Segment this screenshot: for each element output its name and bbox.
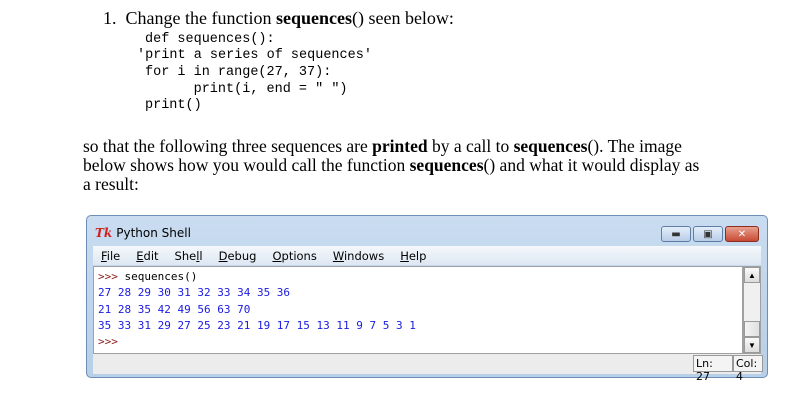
menu-item[interactable]: Windows — [325, 249, 392, 263]
menu-mnemonic: E — [136, 248, 144, 263]
vertical-scrollbar[interactable]: ▲ ▼ — [743, 266, 761, 354]
menu-bar: File Edit Shell Debug Options Windows Help — [93, 246, 761, 265]
function-name: sequences — [275, 8, 352, 28]
menu-label-part: She — [174, 248, 197, 263]
scroll-up-button[interactable]: ▲ — [744, 267, 760, 283]
close-icon: ✕ — [737, 228, 747, 240]
arrow-up-icon: ▲ — [748, 270, 756, 280]
intro-text: Change the function — [125, 8, 276, 28]
menu-mnemonic: O — [272, 248, 282, 263]
column-indicator: Col: 4 — [733, 355, 763, 383]
code-line: print(i, end = " ") — [145, 82, 348, 97]
minimize-icon: ▬ — [671, 228, 681, 240]
para-text: by a call to — [427, 136, 514, 156]
menu-label-part: ebug — [227, 248, 257, 263]
maximize-button[interactable]: ▣ — [693, 226, 723, 242]
shell-prompt: >>> — [98, 335, 118, 349]
output-line: 35 33 31 29 27 25 23 21 19 17 15 13 11 9… — [98, 318, 416, 332]
menu-label-part: l — [199, 248, 203, 263]
menu-label-part: elp — [408, 248, 427, 263]
title-bar: Tk Python Shell — [95, 226, 191, 240]
menu-mnemonic: H — [400, 248, 409, 263]
menu-item[interactable]: Debug — [211, 249, 265, 263]
output-line: 27 28 29 30 31 32 33 34 35 36 — [98, 286, 291, 300]
code-line: 'print a series of sequences' — [137, 48, 372, 63]
shell-text-area[interactable]: >>> sequences() 27 28 29 30 31 32 33 34 … — [93, 266, 743, 354]
python-shell-window: Tk Python Shell ▬ ▣ ✕ File Edit Shell Debug O… — [86, 215, 768, 383]
minimize-button[interactable]: ▬ — [661, 226, 691, 242]
menu-item[interactable]: Help — [392, 249, 434, 263]
status-bar: Ln: 27 Col: 4 — [93, 354, 763, 383]
output-line: 21 28 35 42 49 56 63 70 — [98, 302, 251, 316]
shell-command: sequences() — [124, 270, 198, 283]
para-bold: sequences — [513, 136, 588, 156]
menu-label-part: indows — [343, 248, 385, 263]
menu-item[interactable]: Edit — [128, 249, 166, 263]
menu-label-part: ile — [106, 248, 121, 263]
shell-prompt: >>> — [98, 270, 118, 283]
code-line: for i in range(27, 37): — [145, 65, 332, 80]
code-line: print() — [145, 98, 202, 113]
scroll-down-button[interactable]: ▼ — [744, 337, 760, 353]
question-number: 1. — [103, 8, 117, 28]
question-heading: 1. Change the function sequences() seen … — [103, 8, 454, 29]
menu-item[interactable]: Shell — [167, 249, 211, 263]
tk-app-icon: Tk — [95, 226, 113, 240]
menu-item[interactable]: File — [93, 249, 128, 263]
para-text: so that the following three sequences ar… — [83, 136, 373, 156]
line-indicator: Ln: 27 — [693, 355, 733, 383]
para-bold: printed — [372, 136, 428, 156]
para-bold: sequences — [409, 155, 484, 175]
code-line: def sequences(): — [145, 32, 275, 47]
menu-label-part: ptions — [281, 248, 317, 263]
menu-mnemonic: W — [332, 248, 344, 263]
menu-label-part: dit — [143, 248, 159, 263]
intro-text-end: () seen below: — [351, 8, 454, 28]
menu-item[interactable]: Options — [264, 249, 324, 263]
arrow-down-icon: ▼ — [748, 340, 756, 350]
scroll-thumb[interactable] — [744, 321, 760, 337]
close-button[interactable]: ✕ — [725, 226, 759, 242]
window-title: Python Shell — [116, 226, 191, 240]
instructions-paragraph: so that the following three sequences ar… — [83, 137, 703, 194]
maximize-icon: ▣ — [703, 228, 713, 240]
